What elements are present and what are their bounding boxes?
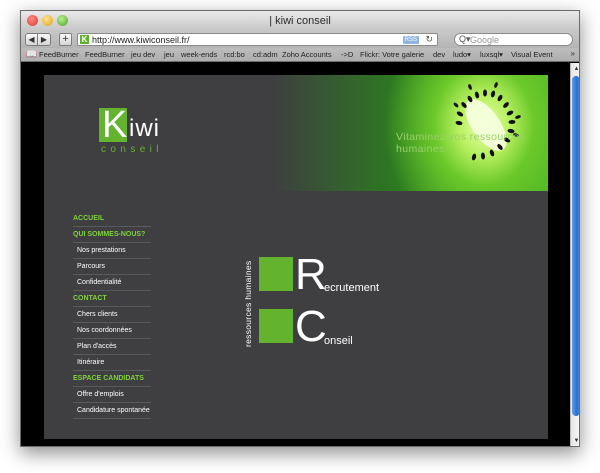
services-block: ressources humaines R ecrutement C onsei… — [243, 253, 436, 363]
conseil-square[interactable] — [259, 309, 293, 343]
nav-contact[interactable]: CONTACT — [73, 291, 151, 307]
nav-candidature-spontanee[interactable]: Candidature spontanée — [73, 403, 151, 419]
add-bookmark-button[interactable]: + — [59, 33, 72, 46]
address-bar[interactable]: K http://www.kiwiconseil.fr/ RSS ↻ — [77, 33, 438, 46]
scroll-up-arrow-icon[interactable]: ▲ — [572, 65, 579, 74]
bookmark-item[interactable]: Flickr: Votre galerie — [360, 50, 424, 59]
logo-letter-k: K — [102, 104, 127, 146]
logo-wordmark: iwi — [129, 115, 160, 142]
bookmark-item[interactable]: jeu dev — [131, 50, 155, 59]
bookmark-item[interactable]: rcd:bo — [224, 50, 245, 59]
rss-icon[interactable]: RSS — [402, 36, 419, 44]
scroll-down-arrow-icon[interactable]: ▼ — [572, 437, 579, 446]
recrutement-square[interactable] — [259, 257, 293, 291]
nav-parcours[interactable]: Parcours — [73, 259, 151, 275]
nav-confidentialite[interactable]: Confidentialité — [73, 275, 151, 291]
forward-button[interactable]: ▶ — [38, 33, 51, 46]
forward-arrow-icon: ▶ — [40, 35, 48, 44]
scrollbar-thumb[interactable] — [572, 76, 579, 416]
browser-window: | kiwi conseil ◀ ▶ + K http://www.kiwico… — [20, 10, 580, 447]
bookmark-item[interactable]: week-ends — [181, 50, 217, 59]
tagline: Vitaminez vos ressources humaines — [396, 131, 526, 155]
window-title: | kiwi conseil — [269, 15, 331, 27]
recrutement-link[interactable]: ecrutement — [324, 282, 379, 294]
title-bar: | kiwi conseil — [21, 11, 579, 32]
site-favicon-icon: K — [80, 35, 89, 44]
kiwi-logo[interactable]: K iwi conseil — [99, 104, 177, 160]
nav-offre-emplois[interactable]: Offre d'emplois — [73, 387, 151, 403]
bookmark-item[interactable]: Visual Event — [511, 50, 553, 59]
bookmarks-book-icon[interactable]: 📖 — [26, 49, 37, 60]
bookmark-item[interactable]: dev — [433, 50, 445, 59]
kiwi-site: Vitaminez vos ressources humaines K iwi … — [44, 75, 548, 439]
logo-subtitle: conseil — [101, 144, 163, 155]
header-banner: Vitaminez vos ressources humaines — [214, 75, 548, 191]
bookmark-folder[interactable]: luxsql▾ — [480, 50, 503, 59]
nav-itineraire[interactable]: Itinéraire — [73, 355, 151, 371]
nav-espace-candidats[interactable]: ESPACE CANDIDATS — [73, 371, 151, 387]
vertical-scrollbar[interactable]: ▲ ▼ — [570, 63, 579, 446]
search-placeholder: Google — [470, 35, 500, 45]
bookmark-item[interactable]: ->D — [341, 50, 353, 59]
page-viewport: Vitaminez vos ressources humaines K iwi … — [21, 63, 570, 446]
nav-plan-acces[interactable]: Plan d'accès — [73, 339, 151, 355]
nav-accueil[interactable]: ACCUEIL — [73, 211, 151, 227]
more-bookmarks-icon[interactable]: » — [571, 49, 575, 58]
bookmark-folder[interactable]: ludo▾ — [453, 50, 471, 59]
plus-icon: + — [62, 33, 69, 45]
bookmark-item[interactable]: jeu — [164, 50, 174, 59]
site-navigation: ACCUEIL QUI SOMMES-NOUS? Nos prestations… — [73, 211, 151, 419]
nav-nos-coordonnees[interactable]: Nos coordonnées — [73, 323, 151, 339]
bookmark-item[interactable]: FeedBurner — [39, 50, 79, 59]
bookmark-item[interactable]: Zoho Accounts — [282, 50, 332, 59]
address-bar-url[interactable]: http://www.kiwiconseil.fr/ — [92, 35, 190, 45]
recrutement-initial[interactable]: R — [295, 253, 327, 297]
browser-toolbar: ◀ ▶ + K http://www.kiwiconseil.fr/ RSS ↻… — [21, 32, 579, 48]
nav-chers-clients[interactable]: Chers clients — [73, 307, 151, 323]
ressources-humaines-label: ressources humaines — [243, 260, 253, 348]
bookmark-item[interactable]: FeedBurner — [85, 50, 125, 59]
conseil-link[interactable]: onseil — [324, 335, 353, 347]
bookmarks-bar: 📖 FeedBurner FeedBurner jeu dev jeu week… — [21, 48, 579, 62]
nav-qui-sommes-nous[interactable]: QUI SOMMES-NOUS? — [73, 227, 151, 243]
reload-icon[interactable]: ↻ — [425, 34, 433, 45]
bookmark-item[interactable]: cd:adm — [253, 50, 278, 59]
back-arrow-icon: ◀ — [28, 35, 35, 44]
conseil-initial[interactable]: C — [295, 305, 327, 349]
back-button[interactable]: ◀ — [25, 33, 38, 46]
search-icon[interactable]: Q▾ — [459, 34, 471, 45]
search-input[interactable]: Q▾ Google — [454, 33, 573, 46]
nav-nos-prestations[interactable]: Nos prestations — [73, 243, 151, 259]
